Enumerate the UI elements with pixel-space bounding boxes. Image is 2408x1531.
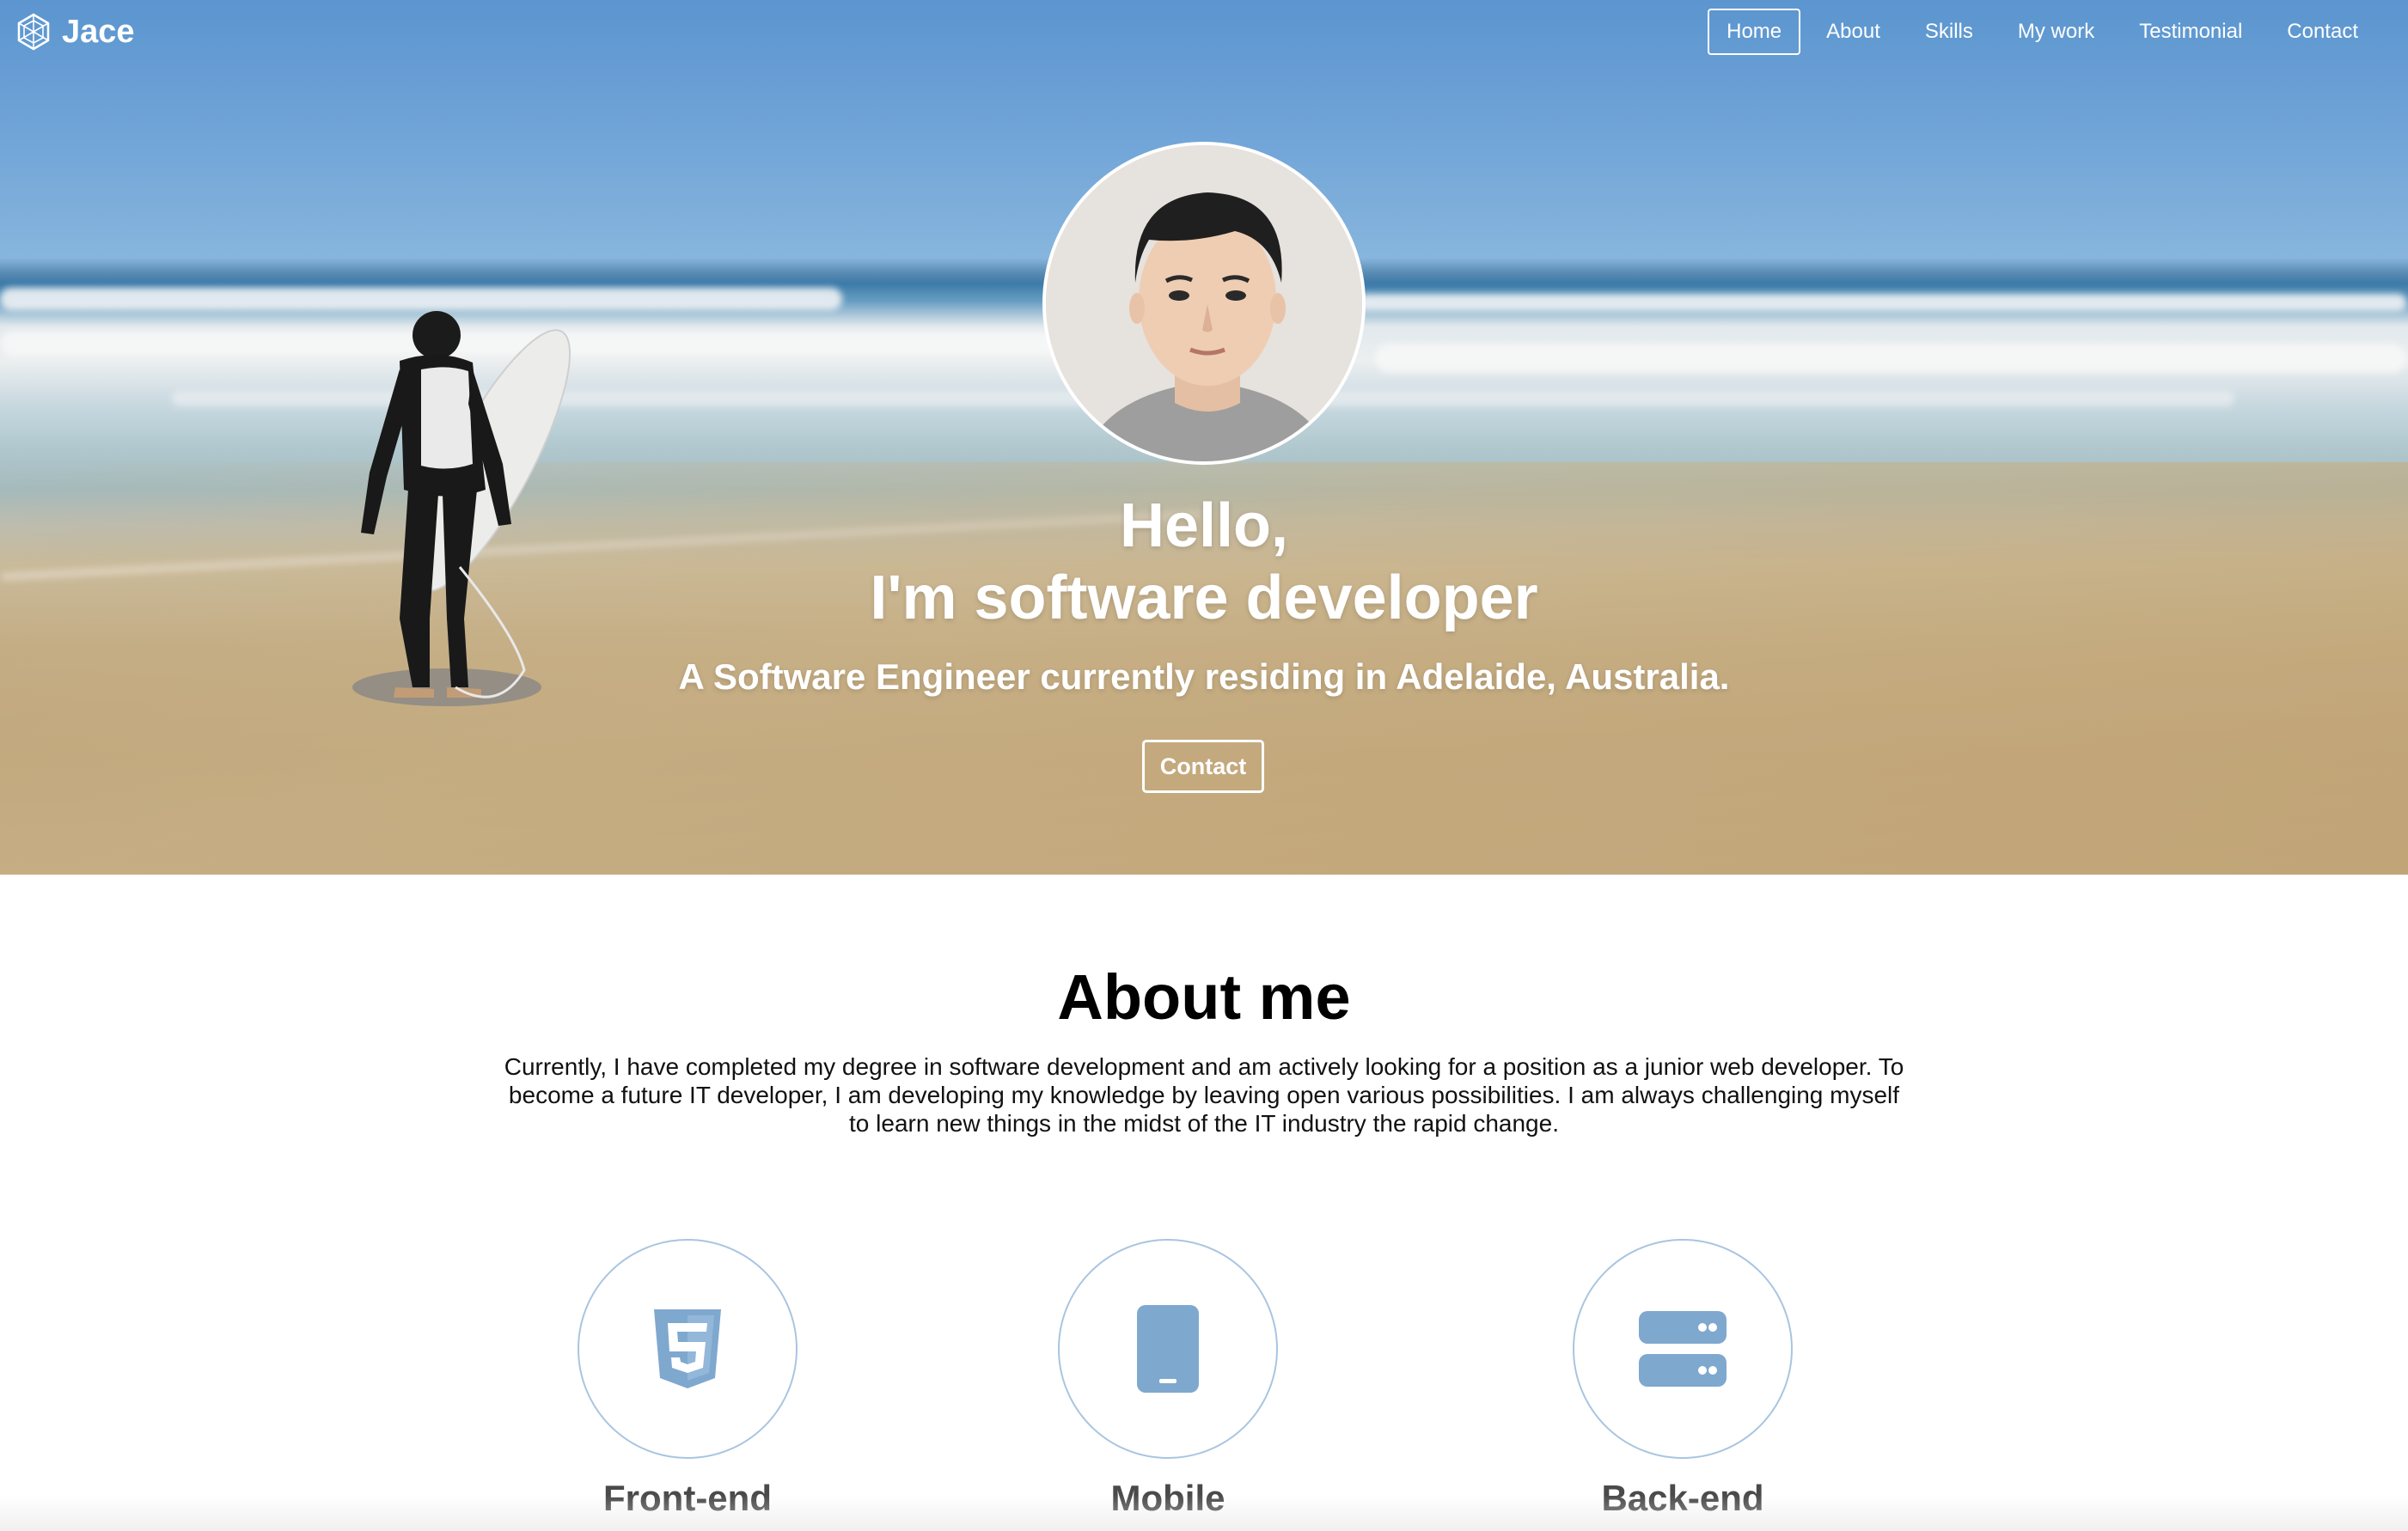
top-navbar: Jace Home About Skills My work Testimoni… (0, 0, 2408, 65)
brand-name: Jace (62, 13, 135, 50)
skill-card-mobile: Mobile (1056, 1239, 1280, 1519)
server-icon (1639, 1311, 1727, 1387)
skill-icon-circle (578, 1239, 798, 1459)
portrait-image (1046, 145, 1362, 461)
nav-menu: Home About Skills My work Testimonial Co… (1708, 9, 2377, 55)
nav-link-about[interactable]: About (1807, 9, 1899, 55)
about-text: Currently, I have completed my degree in… (504, 1053, 1904, 1137)
skill-card-front-end: Front-end (576, 1239, 799, 1519)
brand-link[interactable]: Jace (14, 10, 135, 53)
hero-section: Hello, I'm software developer A Software… (0, 0, 2408, 875)
nav-link-testimonial[interactable]: Testimonial (2120, 9, 2261, 55)
hero-contact-button[interactable]: Contact (1142, 740, 1264, 793)
mobile-icon (1137, 1305, 1199, 1393)
hero-heading: Hello, I'm software developer (0, 490, 2408, 634)
hero-subtitle: A Software Engineer currently residing i… (678, 656, 1730, 697)
about-title: About me (1057, 961, 1351, 1033)
nav-link-my-work[interactable]: My work (1999, 9, 2113, 55)
nav-link-skills[interactable]: Skills (1906, 9, 1992, 55)
skill-icon-circle (1573, 1239, 1793, 1459)
bottom-fade (0, 1495, 2408, 1531)
hexagon-logo-icon (17, 13, 50, 51)
hero-greeting-line1: Hello, (1119, 491, 1289, 560)
nav-link-home[interactable]: Home (1708, 9, 1801, 55)
html5-icon (654, 1309, 721, 1388)
skill-icon-circle (1058, 1239, 1278, 1459)
nav-link-contact[interactable]: Contact (2268, 9, 2377, 55)
skill-card-back-end: Back-end (1571, 1239, 1794, 1519)
profile-avatar (1042, 142, 1366, 465)
hero-greeting-line2: I'm software developer (870, 564, 1538, 632)
